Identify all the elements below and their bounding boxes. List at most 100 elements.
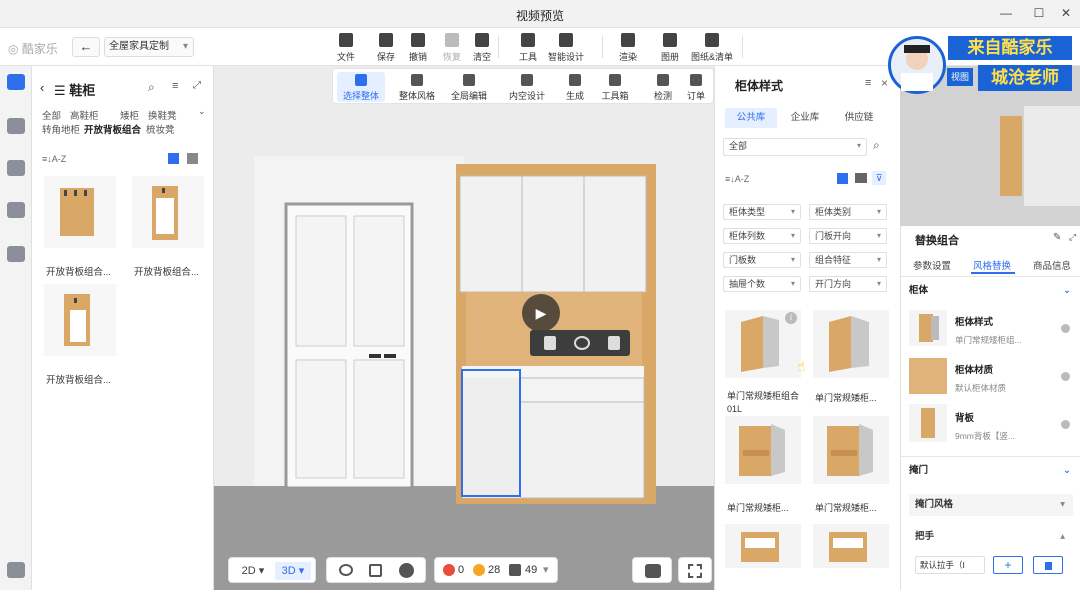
- filter-select[interactable]: 柜体类别: [809, 204, 887, 220]
- cabinet-tool-button[interactable]: 工具箱: [591, 72, 639, 102]
- handle-section-header[interactable]: 把手 ▴: [909, 526, 1073, 548]
- toolbar-button[interactable]: 文件: [328, 33, 364, 63]
- back-panel-value[interactable]: 9mm背板【竖...: [955, 430, 1015, 442]
- category-filter[interactable]: 高鞋柜: [70, 108, 99, 122]
- cabinet-tool-button[interactable]: 检测: [639, 72, 687, 102]
- scope-select[interactable]: 全部: [723, 138, 867, 156]
- play-button[interactable]: ▶: [522, 294, 560, 332]
- filter-select[interactable]: 抽屉个数: [723, 276, 801, 292]
- toolbar-button[interactable]: 撤销: [400, 33, 436, 63]
- grid-view-icon[interactable]: [168, 153, 179, 164]
- fit-view-button[interactable]: [678, 557, 712, 583]
- cabinet-section-header[interactable]: 柜体 ⌄: [901, 280, 1080, 302]
- info-icon[interactable]: i: [785, 312, 797, 324]
- info-icon[interactable]: [1061, 372, 1070, 381]
- tab-product-info[interactable]: 商品信息: [1033, 258, 1071, 272]
- catalog-item-thumb[interactable]: [44, 176, 116, 248]
- tab-enterprise-library[interactable]: 企业库: [779, 108, 831, 128]
- list-icon[interactable]: ≡: [865, 77, 871, 89]
- view-2d-button[interactable]: 2D ▾: [235, 562, 271, 580]
- chevron-down-icon[interactable]: ⌄: [198, 106, 206, 117]
- tab-public-library[interactable]: 公共库: [725, 108, 777, 128]
- door-style-row[interactable]: 掩门风格 ▾: [909, 494, 1073, 516]
- add-handle-button[interactable]: +: [993, 556, 1023, 574]
- grid-view-icon[interactable]: [837, 173, 848, 184]
- style-card[interactable]: [813, 416, 889, 484]
- lock-icon[interactable]: [608, 336, 620, 350]
- settings-icon[interactable]: [7, 562, 25, 578]
- filter-select[interactable]: 柜体类型: [723, 204, 801, 220]
- close-icon[interactable]: ×: [881, 76, 888, 90]
- back-chevron-icon[interactable]: ‹: [40, 80, 44, 95]
- hide-icon[interactable]: [574, 336, 590, 350]
- cabinet-style-value[interactable]: 单门常规矮柜组...: [955, 334, 1022, 346]
- sort-toggle[interactable]: ≡↓A-Z: [725, 174, 749, 184]
- filter-select[interactable]: 门板数: [723, 252, 801, 268]
- edit-icon[interactable]: ✎: [1053, 232, 1061, 243]
- style-card[interactable]: [725, 524, 801, 568]
- category-filter[interactable]: 换鞋凳: [148, 108, 177, 122]
- info-icon[interactable]: [1061, 324, 1070, 333]
- catalog-item-thumb[interactable]: [132, 176, 204, 248]
- filter-select[interactable]: 开门方向: [809, 276, 887, 292]
- folder-icon[interactable]: [855, 173, 867, 183]
- category-filter[interactable]: 全部: [42, 108, 61, 122]
- minimize-button[interactable]: —: [996, 4, 1016, 22]
- tab-params[interactable]: 参数设置: [913, 258, 951, 272]
- toolbar-button[interactable]: 清空: [464, 33, 500, 63]
- tab-style-replace[interactable]: 风格替换: [973, 258, 1011, 272]
- tab-supply-chain[interactable]: 供应链: [833, 108, 885, 128]
- cabinet-tool-button[interactable]: 订单: [681, 72, 711, 102]
- cabinet-material-value[interactable]: 默认柜体材质: [955, 382, 1006, 394]
- style-card[interactable]: [813, 524, 889, 568]
- catalog-item-thumb[interactable]: [44, 284, 116, 356]
- filter-select[interactable]: 柜体列数: [723, 228, 801, 244]
- layers-icon[interactable]: [369, 564, 382, 577]
- filter-select[interactable]: 组合特征: [809, 252, 887, 268]
- category-filter[interactable]: 梳妆凳: [146, 122, 175, 136]
- handle-select[interactable]: 默认拉手（I: [915, 556, 985, 574]
- user-icon[interactable]: [7, 202, 25, 218]
- cabinet-icon[interactable]: [7, 246, 25, 262]
- style-card[interactable]: [813, 310, 889, 378]
- cabinet-tool-button[interactable]: 内空设计: [503, 72, 551, 102]
- style-card[interactable]: [725, 416, 801, 484]
- model-icon[interactable]: [7, 160, 25, 176]
- toggle-panel-button[interactable]: [632, 557, 672, 583]
- toolbar-button[interactable]: 图纸&清单: [688, 33, 736, 63]
- status-indicators[interactable]: 0 28 49 ▾: [434, 557, 558, 583]
- catalog-icon[interactable]: [7, 74, 25, 90]
- search-icon[interactable]: ⌕: [873, 138, 880, 153]
- info-icon[interactable]: [1061, 420, 1070, 429]
- cabinet-tool-button[interactable]: 全局编辑: [445, 72, 493, 102]
- category-filter[interactable]: 开放背板组合: [84, 122, 141, 136]
- mode-select[interactable]: 全屋家具定制 ▾: [104, 37, 194, 57]
- delete-handle-button[interactable]: [1033, 556, 1063, 574]
- toolbar-button[interactable]: 图册: [652, 33, 688, 63]
- list-icon[interactable]: ≡: [172, 80, 178, 92]
- list-view-icon[interactable]: [187, 153, 198, 164]
- expand-icon[interactable]: ⤢: [193, 80, 201, 91]
- door-section-header[interactable]: 掩门 ⌄: [901, 460, 1080, 482]
- delete-icon[interactable]: [544, 336, 556, 350]
- eye-icon[interactable]: [339, 564, 353, 576]
- toolbar-button[interactable]: 工具: [510, 33, 546, 63]
- search-icon[interactable]: ⌕: [148, 80, 155, 95]
- design-canvas[interactable]: ▶: [214, 66, 714, 590]
- close-button[interactable]: ✕: [1056, 4, 1076, 22]
- filter-select[interactable]: 门板开向: [809, 228, 887, 244]
- palette-icon[interactable]: [399, 563, 414, 578]
- cabinet-tool-button[interactable]: 选择整体: [337, 72, 385, 102]
- cabinet-tool-button[interactable]: 整体风格: [393, 72, 441, 102]
- view-3d-button[interactable]: 3D ▾: [275, 562, 311, 580]
- toolbar-button[interactable]: 渲染: [610, 33, 646, 63]
- crown-icon[interactable]: [7, 118, 25, 134]
- filter-icon[interactable]: ⊽: [872, 171, 886, 185]
- toolbar-button[interactable]: 智能设计: [548, 33, 584, 63]
- sort-toggle[interactable]: ≡↓A-Z: [42, 154, 66, 164]
- category-filter[interactable]: 转角地柜: [42, 122, 80, 136]
- toolbar-button[interactable]: 保存: [368, 33, 404, 63]
- category-filter[interactable]: 矮柜: [120, 108, 139, 122]
- expand-icon[interactable]: ⤢: [1069, 232, 1076, 243]
- back-button[interactable]: ←: [72, 37, 100, 57]
